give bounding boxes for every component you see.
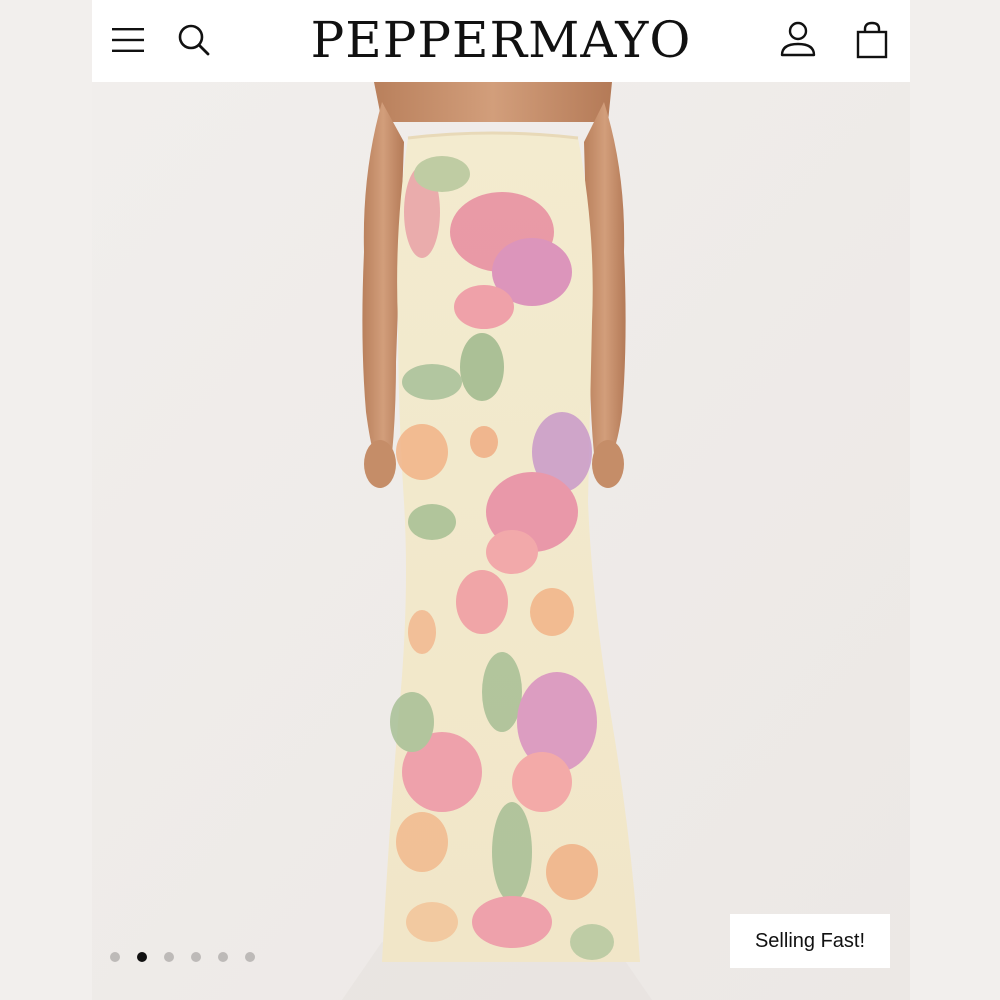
- gallery-dot[interactable]: [164, 952, 174, 962]
- gallery-dot-active[interactable]: [137, 952, 147, 962]
- gallery-dot[interactable]: [245, 952, 255, 962]
- product-image[interactable]: [92, 82, 910, 1000]
- gallery-dot[interactable]: [110, 952, 120, 962]
- selling-fast-badge: Selling Fast!: [730, 914, 890, 968]
- search-button[interactable]: [172, 18, 216, 62]
- bag-icon: [856, 21, 888, 59]
- gallery-pagination: [110, 952, 255, 962]
- bag-button[interactable]: [850, 18, 894, 62]
- product-page: PEPPERMAYO Selling Fast!: [92, 0, 910, 1000]
- account-button[interactable]: [776, 18, 820, 62]
- menu-icon: [112, 28, 144, 52]
- search-icon: [178, 24, 210, 56]
- account-icon: [780, 21, 816, 57]
- gallery-dot[interactable]: [191, 952, 201, 962]
- site-header: PEPPERMAYO: [92, 0, 910, 82]
- menu-button[interactable]: [106, 18, 150, 62]
- gallery-dot[interactable]: [218, 952, 228, 962]
- dress-photo: [92, 82, 910, 1000]
